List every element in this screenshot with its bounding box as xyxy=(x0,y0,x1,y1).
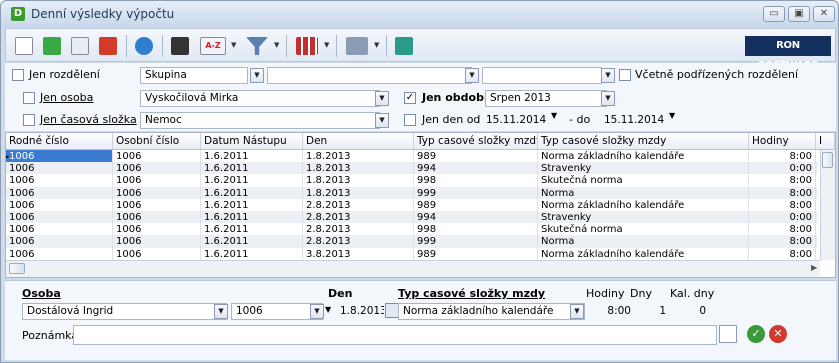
toolbar-separator xyxy=(386,35,387,57)
hodiny-heading: Hodiny xyxy=(586,287,625,300)
vcetne-label: Včetně podřízených rozdělení xyxy=(635,68,799,81)
column-header-7[interactable]: I xyxy=(816,133,835,150)
maximize-button[interactable]: ▣ xyxy=(788,6,810,22)
toolbar-separator xyxy=(162,35,163,57)
jen-osoba-checkbox[interactable] xyxy=(23,92,35,104)
filter-dropdown-icon[interactable]: ▼ xyxy=(274,41,279,49)
horizontal-scrollbar[interactable]: ▶ xyxy=(6,260,820,277)
den-heading: Den xyxy=(328,287,353,300)
detail-typ-dropdown-icon[interactable]: ▼ xyxy=(570,304,584,319)
current-row-marker-icon: ▶ xyxy=(6,150,9,163)
den-dropdown-icon[interactable]: ▼ xyxy=(325,305,331,314)
detail-panel: Osoba Den Typ casové složky mzdy Hodiny … xyxy=(5,280,836,360)
jen-casova-checkbox[interactable] xyxy=(23,114,35,126)
find-icon[interactable] xyxy=(168,34,192,58)
detail-den-input[interactable]: 1.8.2013 xyxy=(335,303,385,320)
toolbar: A-Z ▼ ▼ ▼ ▼ RON SOFTWARE xyxy=(5,28,836,71)
app-icon: D xyxy=(11,7,25,21)
rozdeleni-type-dropdown-icon[interactable]: ▼ xyxy=(250,68,264,83)
filter-panel: Jen rozdělení Skupina ▼ ▼ ▼ Včetně podří… xyxy=(5,63,836,131)
vcetne-checkbox[interactable] xyxy=(619,69,631,81)
detail-kal-dny-input[interactable]: 0 xyxy=(670,303,710,320)
print-dropdown-icon[interactable]: ▼ xyxy=(374,41,379,49)
jen-rozdeleni-label: Jen rozdělení xyxy=(29,68,100,81)
den-od-dropdown-icon[interactable]: ▼ xyxy=(551,111,557,120)
scroll-right-icon[interactable]: ▶ xyxy=(811,263,817,272)
results-grid: Rodné číslo Osobní číslo Datum Nástupu Den T… xyxy=(5,132,836,278)
close-button[interactable]: ✕ xyxy=(813,6,835,22)
rozdeleni-value-dropdown-icon[interactable]: ▼ xyxy=(465,68,479,83)
dny-heading: Dny xyxy=(630,287,652,300)
ron-software-logo: RON SOFTWARE xyxy=(745,36,831,71)
casova-dropdown-icon[interactable]: ▼ xyxy=(375,113,389,128)
sort-dropdown-icon[interactable]: ▼ xyxy=(231,41,236,49)
den-od-input[interactable]: 15.11.2014 xyxy=(481,112,551,129)
toolbar-separator xyxy=(126,35,127,57)
columns-icon[interactable] xyxy=(292,34,322,58)
vertical-scroll-thumb[interactable] xyxy=(822,152,833,168)
column-header-6[interactable]: Hodiny xyxy=(749,133,816,150)
column-header-1[interactable]: Osobní číslo xyxy=(113,133,201,150)
minimize-button[interactable]: ▭ xyxy=(763,6,785,22)
den-do-label: - do xyxy=(569,113,591,126)
note-document-icon[interactable] xyxy=(719,325,737,343)
edit-icon[interactable] xyxy=(68,34,92,58)
kal-dny-heading: Kal. dny xyxy=(670,287,715,300)
detail-typ-select[interactable]: Norma základního kalendáře xyxy=(398,303,585,320)
refresh-icon[interactable] xyxy=(132,34,156,58)
toolbar-separator xyxy=(286,35,287,57)
osoba-dropdown-icon[interactable]: ▼ xyxy=(375,91,389,106)
window: D Denní výsledky výpočtu ▭ ▣ ✕ A-Z ▼ ▼ ▼… xyxy=(0,0,839,363)
jen-casova-label: Jen časová složka xyxy=(40,113,137,126)
horizontal-scroll-thumb[interactable] xyxy=(9,263,25,274)
detail-hodiny-input[interactable]: 8:00 xyxy=(585,303,635,320)
osoba-select[interactable]: Vyskočilová Mirka xyxy=(140,90,380,107)
jen-den-checkbox[interactable] xyxy=(404,114,416,126)
osoba-heading: Osoba xyxy=(22,287,61,300)
print-icon[interactable] xyxy=(342,34,372,58)
vertical-scrollbar[interactable] xyxy=(820,150,835,260)
jen-den-label: Jen den od xyxy=(422,113,481,126)
detail-dny-input[interactable]: 1 xyxy=(635,303,670,320)
rozdeleni-extra-select[interactable] xyxy=(482,67,602,84)
filter-icon[interactable] xyxy=(242,34,272,58)
typ-heading: Typ casové složky mzdy xyxy=(398,287,546,300)
detail-osoba-dropdown-icon[interactable]: ▼ xyxy=(214,304,228,319)
cancel-icon[interactable]: ✕ xyxy=(769,325,787,343)
column-header-2[interactable]: Datum Nástupu xyxy=(201,133,303,150)
open-icon[interactable] xyxy=(40,34,64,58)
obdobi-select[interactable]: Srpen 2013 xyxy=(485,90,607,107)
column-header-3[interactable]: Den xyxy=(303,133,414,150)
delete-icon[interactable] xyxy=(96,34,120,58)
columns-dropdown-icon[interactable]: ▼ xyxy=(324,41,329,49)
jen-obdobi-checkbox[interactable]: ✓ xyxy=(404,92,416,104)
rozdeleni-value-select[interactable] xyxy=(267,67,472,84)
sort-icon[interactable]: A-Z xyxy=(198,34,228,58)
confirm-icon[interactable]: ✓ xyxy=(747,325,765,343)
jen-rozdeleni-checkbox[interactable] xyxy=(12,69,24,81)
den-do-input[interactable]: 15.11.2014 xyxy=(599,112,669,129)
den-do-dropdown-icon[interactable]: ▼ xyxy=(669,111,675,120)
column-header-0[interactable]: Rodné číslo xyxy=(6,133,113,150)
column-header-4[interactable]: Typ casové složky mzdy (kód) xyxy=(414,133,538,150)
detail-osobni-dropdown-icon[interactable]: ▼ xyxy=(310,304,324,319)
jen-obdobi-label: Jen období xyxy=(422,91,488,104)
title-bar: D Denní výsledky výpočtu ▭ ▣ ✕ xyxy=(1,1,838,27)
column-header-5[interactable]: Typ casové složky mzdy xyxy=(538,133,749,150)
detail-osoba-select[interactable]: Dostálová Ingrid xyxy=(22,303,227,320)
export-icon[interactable] xyxy=(392,34,416,58)
new-icon[interactable] xyxy=(12,34,36,58)
rozdeleni-extra-dropdown-icon[interactable]: ▼ xyxy=(601,68,615,83)
window-title: Denní výsledky výpočtu xyxy=(31,7,175,21)
poznamka-input[interactable] xyxy=(73,325,717,345)
poznamka-label: Poznámka xyxy=(22,329,79,342)
rozdeleni-type-select[interactable]: Skupina xyxy=(140,67,248,84)
casova-select[interactable]: Nemoc xyxy=(140,112,380,129)
toolbar-separator xyxy=(336,35,337,57)
grid-header: Rodné číslo Osobní číslo Datum Nástupu Den T… xyxy=(6,133,835,150)
jen-osoba-label: Jen osoba xyxy=(40,91,94,104)
obdobi-dropdown-icon[interactable]: ▼ xyxy=(601,91,615,106)
